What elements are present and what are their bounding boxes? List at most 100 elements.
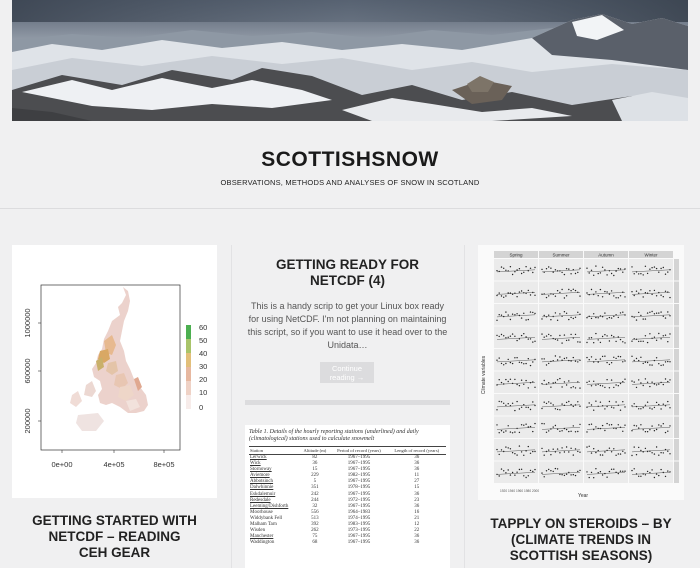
header-image[interactable] [12,0,688,121]
data-point [655,446,658,448]
data-point [541,472,543,474]
data-point [503,470,505,472]
data-point [662,296,664,298]
site-title[interactable]: SCOTTISHSNOW [0,148,700,172]
data-point [572,356,574,359]
facet-panel [539,349,583,371]
facet-row-strip [674,304,679,326]
data-point [579,423,581,426]
y-axis-label: Climate variables [481,355,487,394]
data-point [601,454,604,456]
data-point [548,401,550,403]
data-point [613,315,615,318]
data-point [599,272,602,274]
data-point [640,289,642,291]
data-point [662,266,664,269]
continue-reading-button[interactable]: Continue reading → [320,362,374,383]
data-point [574,316,577,318]
data-point [577,450,579,453]
data-point [523,271,525,273]
data-point [593,448,595,450]
data-point [516,269,518,271]
data-point [570,273,572,275]
data-point [511,313,514,315]
data-point [593,274,595,276]
data-point [615,270,617,272]
data-point [593,477,595,479]
data-point [638,379,640,381]
data-point [541,333,543,335]
facet-panel [584,371,628,393]
data-point [642,318,644,320]
data-point [615,297,617,299]
data-point [574,333,577,336]
post-title-line: CEH GEAR [78,545,151,560]
data-point [507,380,509,383]
data-point [658,332,660,335]
data-point [554,408,557,410]
data-point [561,342,563,344]
data-point [579,267,581,269]
data-point [563,273,566,276]
stations-table: Station Altitude (m) Period of record (y… [249,446,446,546]
data-point [595,400,597,402]
data-point [577,470,579,473]
data-point [498,453,500,456]
data-point [511,402,514,404]
post-thumbnail-facet-plot[interactable]: Spring Summer Autumn Winter Climate variable… [478,245,684,500]
data-point [640,340,642,342]
data-point [622,381,624,383]
data-point [638,427,640,429]
data-point [608,363,611,366]
data-point [509,431,512,433]
data-point [500,314,503,316]
data-point [520,468,523,470]
data-point [610,468,613,470]
header-divider [0,208,700,209]
data-point [588,337,590,339]
facet-row-strip [674,439,679,461]
post-title-link[interactable]: GETTING READY FOR NETCDF (4) [245,257,450,289]
data-point [500,449,503,451]
data-point [601,355,604,358]
data-point [608,400,611,403]
data-point [509,266,512,268]
data-point [525,336,527,338]
facet-panel [494,326,538,348]
data-point [550,470,552,472]
site-tagline: OBSERVATIONS, METHODS AND ANALYSES OF SN… [220,178,480,187]
data-point [516,357,518,359]
data-point [527,318,529,321]
data-point [649,364,651,366]
data-point [505,362,507,365]
data-point [565,357,568,359]
data-point [498,432,500,434]
data-point [586,471,588,473]
data-point [572,386,574,388]
data-point [649,311,651,313]
data-point [572,317,574,320]
data-point [565,473,568,475]
data-point [667,380,669,383]
data-point [642,274,644,276]
post-thumbnail-uk-map[interactable]: 1000000 600000 200000 0e+00 4e+05 8e+05 … [12,245,217,498]
x-tick-label: 2000 [532,489,539,493]
column-divider [464,245,465,568]
post-title-link[interactable]: GETTING STARTED WITH NETCDF – READING CE… [12,513,217,561]
data-point [660,267,662,270]
data-point [660,364,662,367]
data-point [525,423,527,425]
facet-row-strip [674,461,679,483]
data-point [586,381,588,384]
table-cell: Waddington [250,540,275,546]
post-thumbnail-station-table[interactable]: Table 1. Details of the hourly reporting… [245,425,450,568]
data-point [640,382,642,384]
data-point [548,382,550,384]
data-point [644,447,647,450]
data-point [514,335,516,337]
data-point [518,291,521,293]
data-point [608,470,611,473]
data-point [550,454,552,456]
data-point [534,294,536,296]
post-title-link[interactable]: TAPPLY ON STEROIDS – BY (CLIMATE TRENDS … [478,516,684,564]
